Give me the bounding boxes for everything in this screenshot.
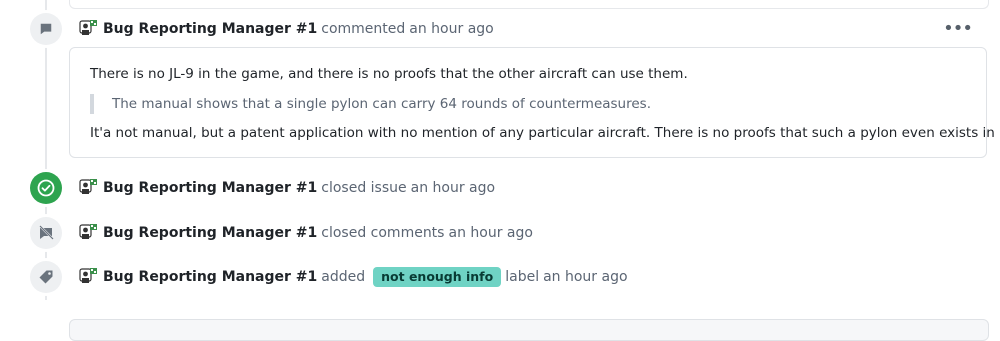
comment-author-link[interactable]: Bug Reporting Manager #1 xyxy=(103,21,317,37)
event-author-link[interactable]: Bug Reporting Manager #1 xyxy=(103,180,317,196)
event-timestamp[interactable]: an hour ago xyxy=(543,269,627,285)
avatar[interactable] xyxy=(78,223,98,243)
event-closed-issue: Bug Reporting Manager #1 closed issue an… xyxy=(78,176,495,200)
timeline-line xyxy=(45,0,47,300)
event-closed-comments: Bug Reporting Manager #1 closed comments… xyxy=(78,221,533,245)
event-author-link[interactable]: Bug Reporting Manager #1 xyxy=(103,269,317,285)
comment-more-menu-icon[interactable]: ••• xyxy=(943,18,973,39)
comment-badge xyxy=(30,13,62,45)
check-circle-icon xyxy=(37,179,55,197)
comment-locked-icon xyxy=(39,225,54,240)
comment-header: Bug Reporting Manager #1 commented an ho… xyxy=(78,17,494,41)
comment-body: There is no JL-9 in the game, and there … xyxy=(69,47,1000,158)
speech-bubble-icon xyxy=(40,23,52,35)
comment-action: commented xyxy=(321,21,406,37)
comment-composer-top xyxy=(69,319,989,341)
event-added-label: Bug Reporting Manager #1 added not enoug… xyxy=(78,265,628,289)
avatar[interactable] xyxy=(78,267,98,287)
closed-badge xyxy=(30,172,62,204)
comment-blockquote: The manual shows that a single pylon can… xyxy=(90,94,651,114)
avatar[interactable] xyxy=(78,19,98,39)
event-author-link[interactable]: Bug Reporting Manager #1 xyxy=(103,225,317,241)
event-action: closed comments xyxy=(321,225,445,241)
comment-paragraph-2: It'a not manual, but a patent applicatio… xyxy=(90,125,1000,141)
comment-paragraph-1: There is no JL-9 in the game, and there … xyxy=(90,66,688,82)
label-pill-not-enough-info[interactable]: not enough info xyxy=(373,267,502,287)
event-action: closed issue xyxy=(321,180,407,196)
event-action: added xyxy=(321,269,366,285)
event-timestamp[interactable]: an hour ago xyxy=(448,225,532,241)
label-badge xyxy=(30,261,62,293)
tag-icon xyxy=(39,270,53,284)
previous-comment-edge xyxy=(69,0,989,9)
event-timestamp[interactable]: an hour ago xyxy=(411,180,495,196)
avatar[interactable] xyxy=(78,178,98,198)
locked-badge xyxy=(30,217,62,249)
comment-timestamp[interactable]: an hour ago xyxy=(409,21,493,37)
event-label-suffix: label xyxy=(505,269,540,285)
